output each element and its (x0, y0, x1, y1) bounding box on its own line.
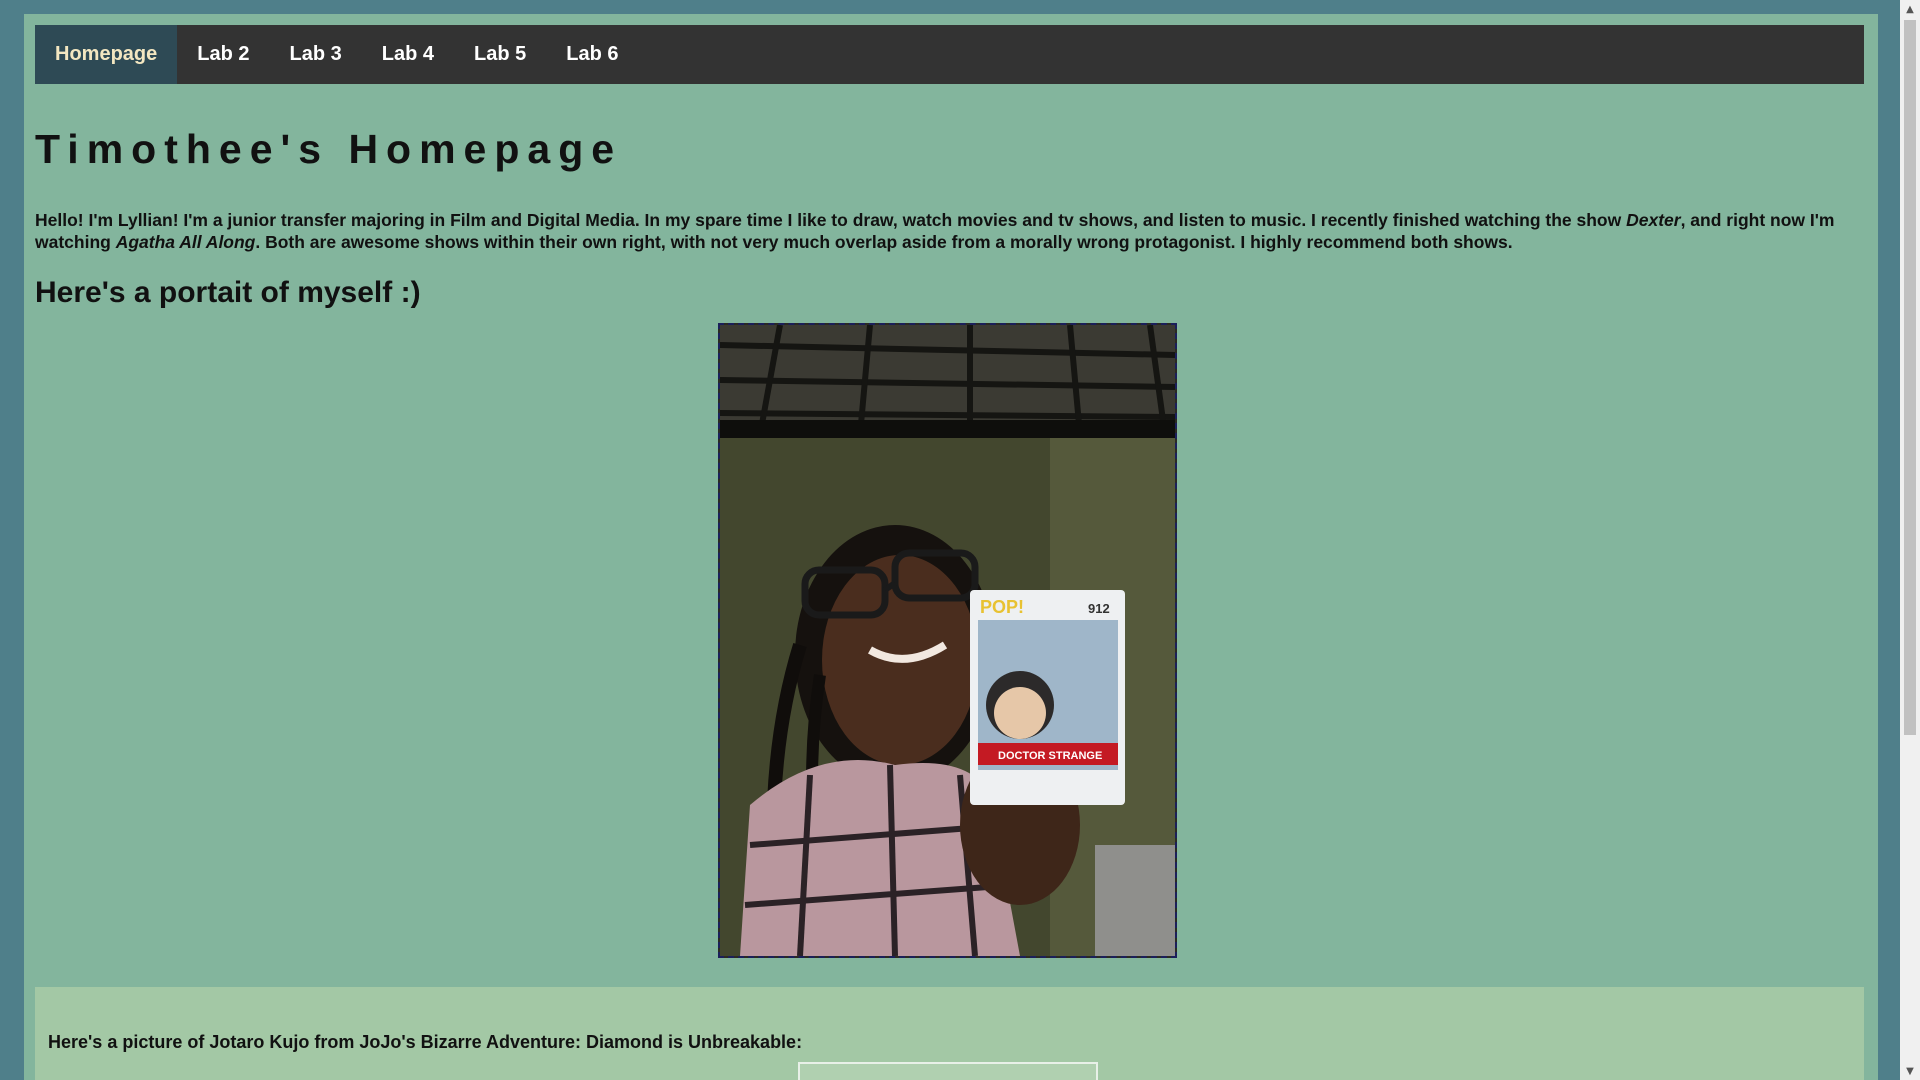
intro-text-part-3: . Both are awesome shows within their ow… (255, 232, 1513, 252)
intro-paragraph: Hello! I'm Lyllian! I'm a junior transfe… (35, 209, 1865, 253)
show-title-agatha: Agatha All Along (115, 232, 256, 252)
portrait-heading: Here's a portait of myself :) (35, 276, 421, 309)
nav-item-lab-4[interactable]: Lab 4 (362, 25, 454, 84)
vertical-scrollbar[interactable]: ▲ ▼ (1900, 0, 1920, 1080)
svg-text:POP!: POP! (980, 597, 1024, 617)
nav-item-lab-3[interactable]: Lab 3 (270, 25, 362, 84)
nav-item-lab-2[interactable]: Lab 2 (177, 25, 269, 84)
svg-text:912: 912 (1088, 601, 1110, 616)
portrait-image: DOCTOR STRANGE POP! 912 (718, 323, 1177, 958)
page-container: Homepage Lab 2 Lab 3 Lab 4 Lab 5 Lab 6 T… (24, 14, 1878, 1080)
jotaro-section: Here's a picture of Jotaro Kujo from JoJ… (35, 987, 1864, 1080)
intro-text-part-1: Hello! I'm Lyllian! I'm a junior transfe… (35, 210, 1627, 230)
nav-item-lab-6[interactable]: Lab 6 (546, 25, 638, 84)
nav-item-lab-5[interactable]: Lab 5 (454, 25, 546, 84)
page-title: Timothee's Homepage (35, 126, 623, 172)
scrollbar-thumb[interactable] (1904, 20, 1916, 735)
top-navigation: Homepage Lab 2 Lab 3 Lab 4 Lab 5 Lab 6 (35, 25, 1864, 84)
jotaro-image (798, 1062, 1098, 1080)
jotaro-caption: Here's a picture of Jotaro Kujo from JoJ… (48, 1032, 803, 1052)
nav-item-homepage[interactable]: Homepage (35, 25, 178, 84)
show-title-dexter: Dexter (1626, 210, 1681, 230)
triangle-up-icon[interactable]: ▲ (1900, 0, 1920, 18)
svg-text:DOCTOR STRANGE: DOCTOR STRANGE (998, 750, 1102, 762)
triangle-down-icon[interactable]: ▼ (1900, 1062, 1920, 1080)
